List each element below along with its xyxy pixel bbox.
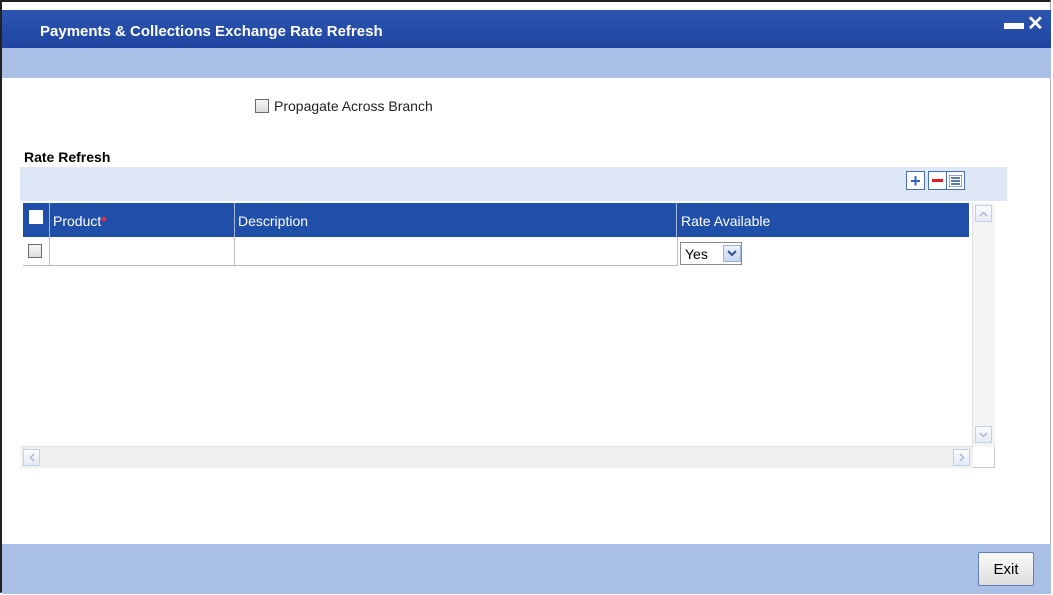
propagate-option: Propagate Across Branch [255, 98, 433, 114]
dialog-window: Payments & Collections Exchange Rate Ref… [0, 0, 1051, 594]
product-cell[interactable] [50, 237, 235, 266]
minimize-icon[interactable]: ▬ [1004, 12, 1024, 35]
propagate-across-branch-label: Propagate Across Branch [274, 98, 433, 114]
header-divider [234, 203, 235, 237]
propagate-across-branch-checkbox[interactable] [255, 99, 269, 113]
chevron-down-icon [979, 431, 988, 438]
exit-button[interactable]: Exit [978, 552, 1034, 586]
rate-available-select[interactable]: Yes [680, 242, 742, 265]
list-icon [949, 174, 962, 187]
scroll-up-button[interactable] [975, 205, 992, 222]
delete-row-button[interactable] [928, 171, 947, 190]
header-divider [676, 203, 677, 237]
chevron-up-icon [979, 210, 988, 217]
view-rows-button[interactable] [946, 171, 965, 190]
column-header-rate-available[interactable]: Rate Available [681, 203, 770, 237]
product-header-label: Product [53, 213, 102, 229]
window-title: Payments & Collections Exchange Rate Ref… [40, 23, 383, 40]
chevron-left-icon [28, 453, 35, 462]
select-all-checkbox[interactable] [29, 210, 43, 224]
scroll-down-button[interactable] [975, 426, 992, 443]
grid-header: Product* Description Rate Available [23, 203, 969, 237]
chevron-right-icon [958, 453, 965, 462]
close-icon[interactable]: ✕ [1027, 11, 1044, 36]
rate-refresh-section-title: Rate Refresh [24, 149, 111, 165]
footer-bar [2, 544, 1051, 594]
minus-icon [932, 179, 943, 182]
add-row-button[interactable]: + [906, 171, 925, 190]
plus-icon: + [910, 170, 921, 191]
scroll-left-button[interactable] [23, 449, 40, 466]
grid-toolbar [20, 167, 1007, 201]
required-marker: * [101, 213, 107, 229]
row-select-checkbox[interactable] [28, 244, 42, 258]
header-divider [49, 203, 50, 237]
horizontal-scrollbar[interactable] [21, 446, 973, 468]
column-header-product[interactable]: Product* [53, 203, 107, 237]
rate-available-value: Yes [685, 245, 708, 262]
title-bar: Payments & Collections Exchange Rate Ref… [2, 10, 1051, 48]
table-row [23, 237, 969, 267]
header-strip [2, 48, 1051, 78]
row-select-cell [23, 237, 50, 266]
scroll-right-button[interactable] [953, 449, 970, 466]
chevron-down-icon [723, 245, 741, 262]
column-header-description[interactable]: Description [238, 203, 308, 237]
vertical-scrollbar[interactable] [972, 203, 995, 447]
description-cell[interactable] [235, 237, 678, 266]
